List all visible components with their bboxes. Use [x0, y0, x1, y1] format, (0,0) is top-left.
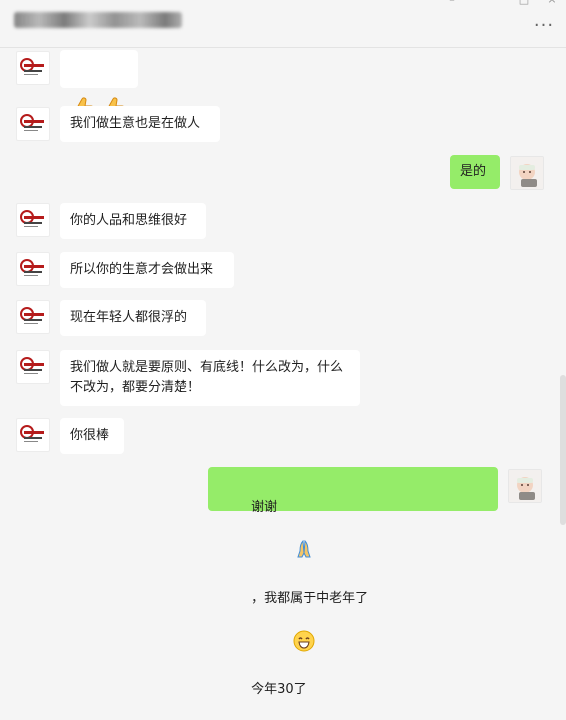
- contact-avatar: [16, 350, 50, 384]
- message-bubble[interactable]: 你的人品和思维很好: [60, 203, 206, 239]
- message-bubble[interactable]: 我们做生意也是在做人: [60, 106, 220, 142]
- grinning-face-icon: [251, 609, 316, 680]
- message-text: 今年30了: [251, 682, 307, 697]
- message-bubble-self[interactable]: 谢谢 ，我都属于中老年了 今年30了: [208, 467, 498, 697]
- logo-avatar-icon: [20, 307, 44, 324]
- logo-avatar-icon: [20, 58, 44, 75]
- chat-title: [14, 12, 182, 28]
- message-bubble-emoji[interactable]: [60, 50, 138, 121]
- logo-avatar-icon: [20, 425, 44, 442]
- logo-avatar-icon: [20, 210, 44, 227]
- baby-avatar-icon: [509, 470, 541, 502]
- message-text: 谢谢: [251, 500, 278, 515]
- folded-hands-icon: [251, 518, 316, 589]
- self-avatar: [510, 156, 544, 190]
- message-bubble[interactable]: 我们做人就是要原则、有底线！什么改为，什么不改为，都要分清楚！: [60, 350, 360, 406]
- message-list: 我们做生意也是在做人 是的 你的人品和思维很好 所以你的生意才会做出来 现在年轻…: [0, 47, 566, 697]
- message-bubble[interactable]: 你很棒: [60, 418, 124, 454]
- chat-header: – □ × ...: [0, 0, 566, 48]
- logo-avatar-icon: [20, 259, 44, 276]
- chat-scrollbar[interactable]: [560, 375, 566, 525]
- contact-avatar: [16, 418, 50, 452]
- message-text: ，我都属于中老年了: [251, 591, 369, 606]
- self-avatar: [508, 469, 542, 503]
- contact-avatar: [16, 252, 50, 286]
- message-bubble[interactable]: 现在年轻人都很浮的: [60, 300, 206, 336]
- maximize-button[interactable]: □: [514, 0, 534, 6]
- logo-avatar-icon: [20, 114, 44, 131]
- message-bubble[interactable]: 所以你的生意才会做出来: [60, 252, 234, 288]
- more-options-icon[interactable]: ...: [532, 12, 556, 31]
- contact-avatar: [16, 300, 50, 334]
- minimize-button[interactable]: –: [442, 0, 462, 6]
- baby-avatar-icon: [511, 157, 543, 189]
- contact-avatar: [16, 203, 50, 237]
- contact-avatar: [16, 51, 50, 85]
- chat-window: – □ × ...: [0, 0, 566, 697]
- close-button[interactable]: ×: [542, 0, 562, 6]
- message-bubble-self[interactable]: 是的: [450, 155, 500, 189]
- logo-avatar-icon: [20, 357, 44, 374]
- contact-avatar: [16, 107, 50, 141]
